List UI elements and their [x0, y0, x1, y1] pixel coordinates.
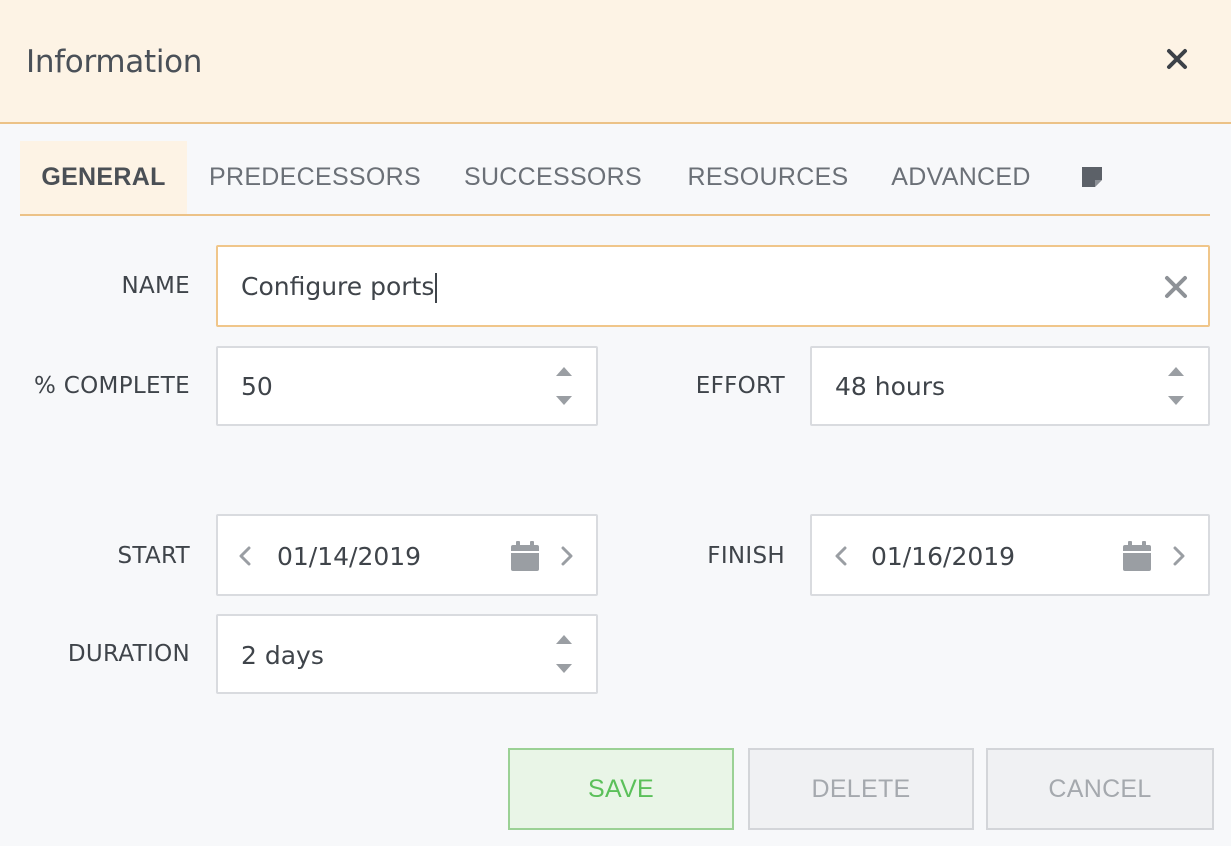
- duration-value: 2 days: [241, 641, 324, 670]
- chevron-up-icon[interactable]: [554, 633, 574, 645]
- tab-general[interactable]: GENERAL: [20, 141, 187, 214]
- chevron-down-icon[interactable]: [554, 395, 574, 407]
- calendar-icon[interactable]: [1122, 540, 1152, 572]
- chevron-right-icon[interactable]: [1172, 546, 1186, 566]
- delete-button[interactable]: DELETE: [748, 748, 974, 830]
- name-field[interactable]: Configure ports: [216, 245, 1210, 327]
- chevron-up-icon[interactable]: [1166, 365, 1186, 377]
- chevron-up-icon[interactable]: [554, 365, 574, 377]
- calendar-icon[interactable]: [510, 540, 540, 572]
- percent-complete-label: % COMPLETE: [34, 373, 190, 399]
- effort-stepper[interactable]: 48 hours: [810, 346, 1210, 426]
- finish-date-picker[interactable]: 01/16/2019: [810, 514, 1210, 596]
- dialog-title: Information: [26, 44, 203, 80]
- tab-predecessors[interactable]: PREDECESSORS: [202, 141, 428, 214]
- chevron-right-icon[interactable]: [560, 546, 574, 566]
- start-date-picker[interactable]: 01/14/2019: [216, 514, 598, 596]
- note-icon[interactable]: [1080, 165, 1104, 189]
- cancel-button[interactable]: CANCEL: [986, 748, 1214, 830]
- tab-advanced[interactable]: ADVANCED: [885, 141, 1037, 214]
- name-label: NAME: [121, 273, 190, 299]
- close-icon[interactable]: [1164, 46, 1190, 72]
- chevron-left-icon[interactable]: [238, 546, 252, 566]
- chevron-down-icon[interactable]: [554, 663, 574, 675]
- start-value: 01/14/2019: [277, 542, 422, 571]
- name-value: Configure ports: [241, 247, 438, 327]
- finish-value: 01/16/2019: [871, 542, 1016, 571]
- tab-bar: GENERAL PREDECESSORS SUCCESSORS RESOURCE…: [20, 141, 1210, 216]
- effort-value: 48 hours: [835, 372, 946, 401]
- dialog-header: Information: [0, 0, 1231, 124]
- clear-icon[interactable]: [1163, 274, 1189, 300]
- tab-successors[interactable]: SUCCESSORS: [458, 141, 648, 214]
- percent-complete-value: 50: [241, 372, 273, 401]
- finish-label: FINISH: [707, 543, 785, 569]
- start-label: START: [117, 543, 190, 569]
- chevron-down-icon[interactable]: [1166, 395, 1186, 407]
- percent-complete-stepper[interactable]: 50: [216, 346, 598, 426]
- effort-label: EFFORT: [695, 373, 785, 399]
- chevron-left-icon[interactable]: [834, 546, 848, 566]
- save-button[interactable]: SAVE: [508, 748, 734, 830]
- duration-stepper[interactable]: 2 days: [216, 614, 598, 694]
- duration-label: DURATION: [67, 641, 190, 667]
- tab-resources[interactable]: RESOURCES: [679, 141, 857, 214]
- text-cursor: [435, 273, 438, 303]
